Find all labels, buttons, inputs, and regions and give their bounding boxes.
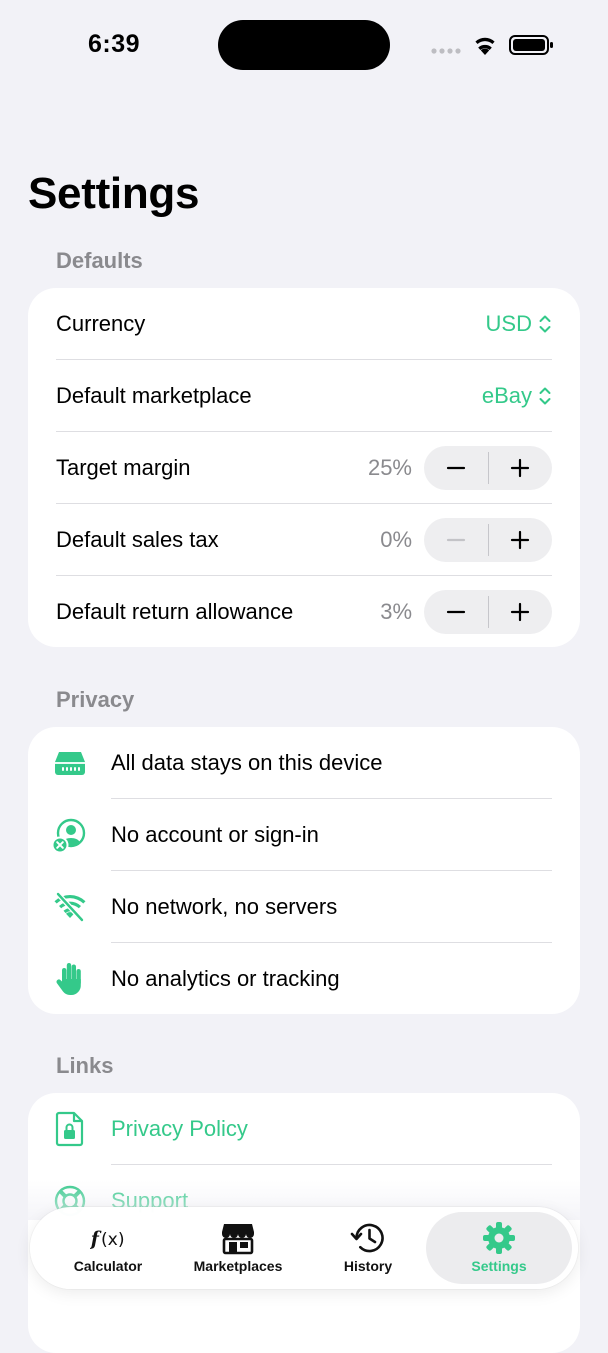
- minus-icon: [446, 538, 465, 542]
- target-margin-decrement-button[interactable]: [424, 446, 488, 490]
- sales-tax-label: Default sales tax: [56, 527, 219, 552]
- privacy-item-label: No account or sign-in: [111, 822, 319, 847]
- defaults-card: Currency USD Default marketplace eBay Ta…: [28, 288, 580, 647]
- marketplace-value: eBay: [481, 383, 532, 408]
- target-margin-increment-button[interactable]: [489, 446, 553, 490]
- privacy-policy-link[interactable]: Privacy Policy: [28, 1093, 580, 1165]
- minus-icon: [446, 466, 465, 470]
- sales-tax-decrement-button[interactable]: [424, 518, 488, 562]
- sales-tax-row: Default sales tax 0%: [28, 504, 580, 576]
- privacy-policy-link-label: Privacy Policy: [111, 1116, 248, 1141]
- marketplace-row[interactable]: Default marketplace eBay: [28, 360, 580, 432]
- tab-marketplaces[interactable]: Marketplaces: [173, 1207, 303, 1289]
- wifi-icon: [475, 37, 495, 55]
- tab-calculator[interactable]: f (x) Calculator: [43, 1207, 173, 1289]
- plus-icon: [511, 458, 530, 478]
- document-lock-icon: [52, 1111, 88, 1147]
- return-allowance-value: 3%: [380, 599, 412, 624]
- target-margin-value: 25%: [367, 455, 412, 480]
- marketplace-picker[interactable]: eBay: [482, 383, 552, 409]
- chevron-up-down-icon: [539, 315, 551, 333]
- no-wifi-icon: [52, 889, 88, 925]
- svg-text:f: f: [90, 1228, 102, 1250]
- status-time: 6:39: [88, 30, 141, 58]
- function-icon: f (x): [90, 1221, 126, 1255]
- currency-label: Currency: [56, 311, 146, 336]
- sales-tax-stepper: [424, 518, 552, 562]
- cellular-signal-icon: [431, 48, 461, 54]
- currency-row[interactable]: Currency USD: [28, 288, 580, 360]
- chevron-up-down-icon: [539, 387, 551, 405]
- device-storage-icon: [52, 745, 88, 781]
- privacy-card: All data stays on this device No account…: [28, 727, 580, 1014]
- plus-icon: [511, 530, 530, 550]
- sales-tax-increment-button[interactable]: [489, 518, 553, 562]
- page-title: Settings: [28, 169, 200, 218]
- target-margin-label: Target margin: [56, 455, 191, 480]
- privacy-item-label: All data stays on this device: [111, 750, 383, 775]
- target-margin-stepper: [424, 446, 552, 490]
- return-allowance-increment-button[interactable]: [489, 590, 553, 634]
- tab-label: Marketplaces: [193, 1258, 283, 1274]
- status-bar: 6:39: [0, 0, 608, 90]
- sales-tax-value: 0%: [380, 527, 412, 552]
- dynamic-island: [218, 20, 390, 70]
- svg-text:(x): (x): [101, 1230, 125, 1250]
- tab-label: Calculator: [73, 1258, 143, 1274]
- currency-picker[interactable]: USD: [486, 311, 552, 337]
- tab-settings[interactable]: Settings: [434, 1207, 564, 1289]
- minus-icon: [446, 610, 465, 614]
- marketplace-label: Default marketplace: [56, 383, 252, 408]
- return-allowance-label: Default return allowance: [56, 599, 294, 624]
- target-margin-row: Target margin 25%: [28, 432, 580, 504]
- privacy-item: No analytics or tracking: [28, 943, 580, 1014]
- privacy-item: All data stays on this device: [28, 727, 580, 799]
- gear-icon: [481, 1221, 517, 1255]
- tab-history[interactable]: History: [303, 1207, 433, 1289]
- status-icons: [430, 32, 554, 58]
- section-header-defaults: Defaults: [56, 248, 143, 273]
- tab-bar: f (x) Calculator Marketplaces History Se…: [30, 1207, 578, 1289]
- privacy-item: No network, no servers: [28, 871, 580, 943]
- history-clock-icon: [350, 1221, 386, 1255]
- tab-label: History: [343, 1258, 393, 1274]
- privacy-item-label: No analytics or tracking: [111, 966, 340, 991]
- section-header-links: Links: [56, 1053, 114, 1078]
- hand-raised-icon: [52, 961, 88, 997]
- section-header-privacy: Privacy: [56, 687, 135, 712]
- privacy-item: No account or sign-in: [28, 799, 580, 871]
- storefront-icon: [220, 1221, 256, 1255]
- return-allowance-row: Default return allowance 3%: [28, 576, 580, 647]
- currency-value: USD: [485, 311, 532, 336]
- tab-label: Settings: [471, 1258, 527, 1274]
- return-allowance-stepper: [424, 590, 552, 634]
- privacy-item-label: No network, no servers: [111, 894, 338, 919]
- no-account-icon: [52, 817, 88, 853]
- return-allowance-decrement-button[interactable]: [424, 590, 488, 634]
- battery-icon: [509, 35, 553, 55]
- plus-icon: [511, 602, 530, 622]
